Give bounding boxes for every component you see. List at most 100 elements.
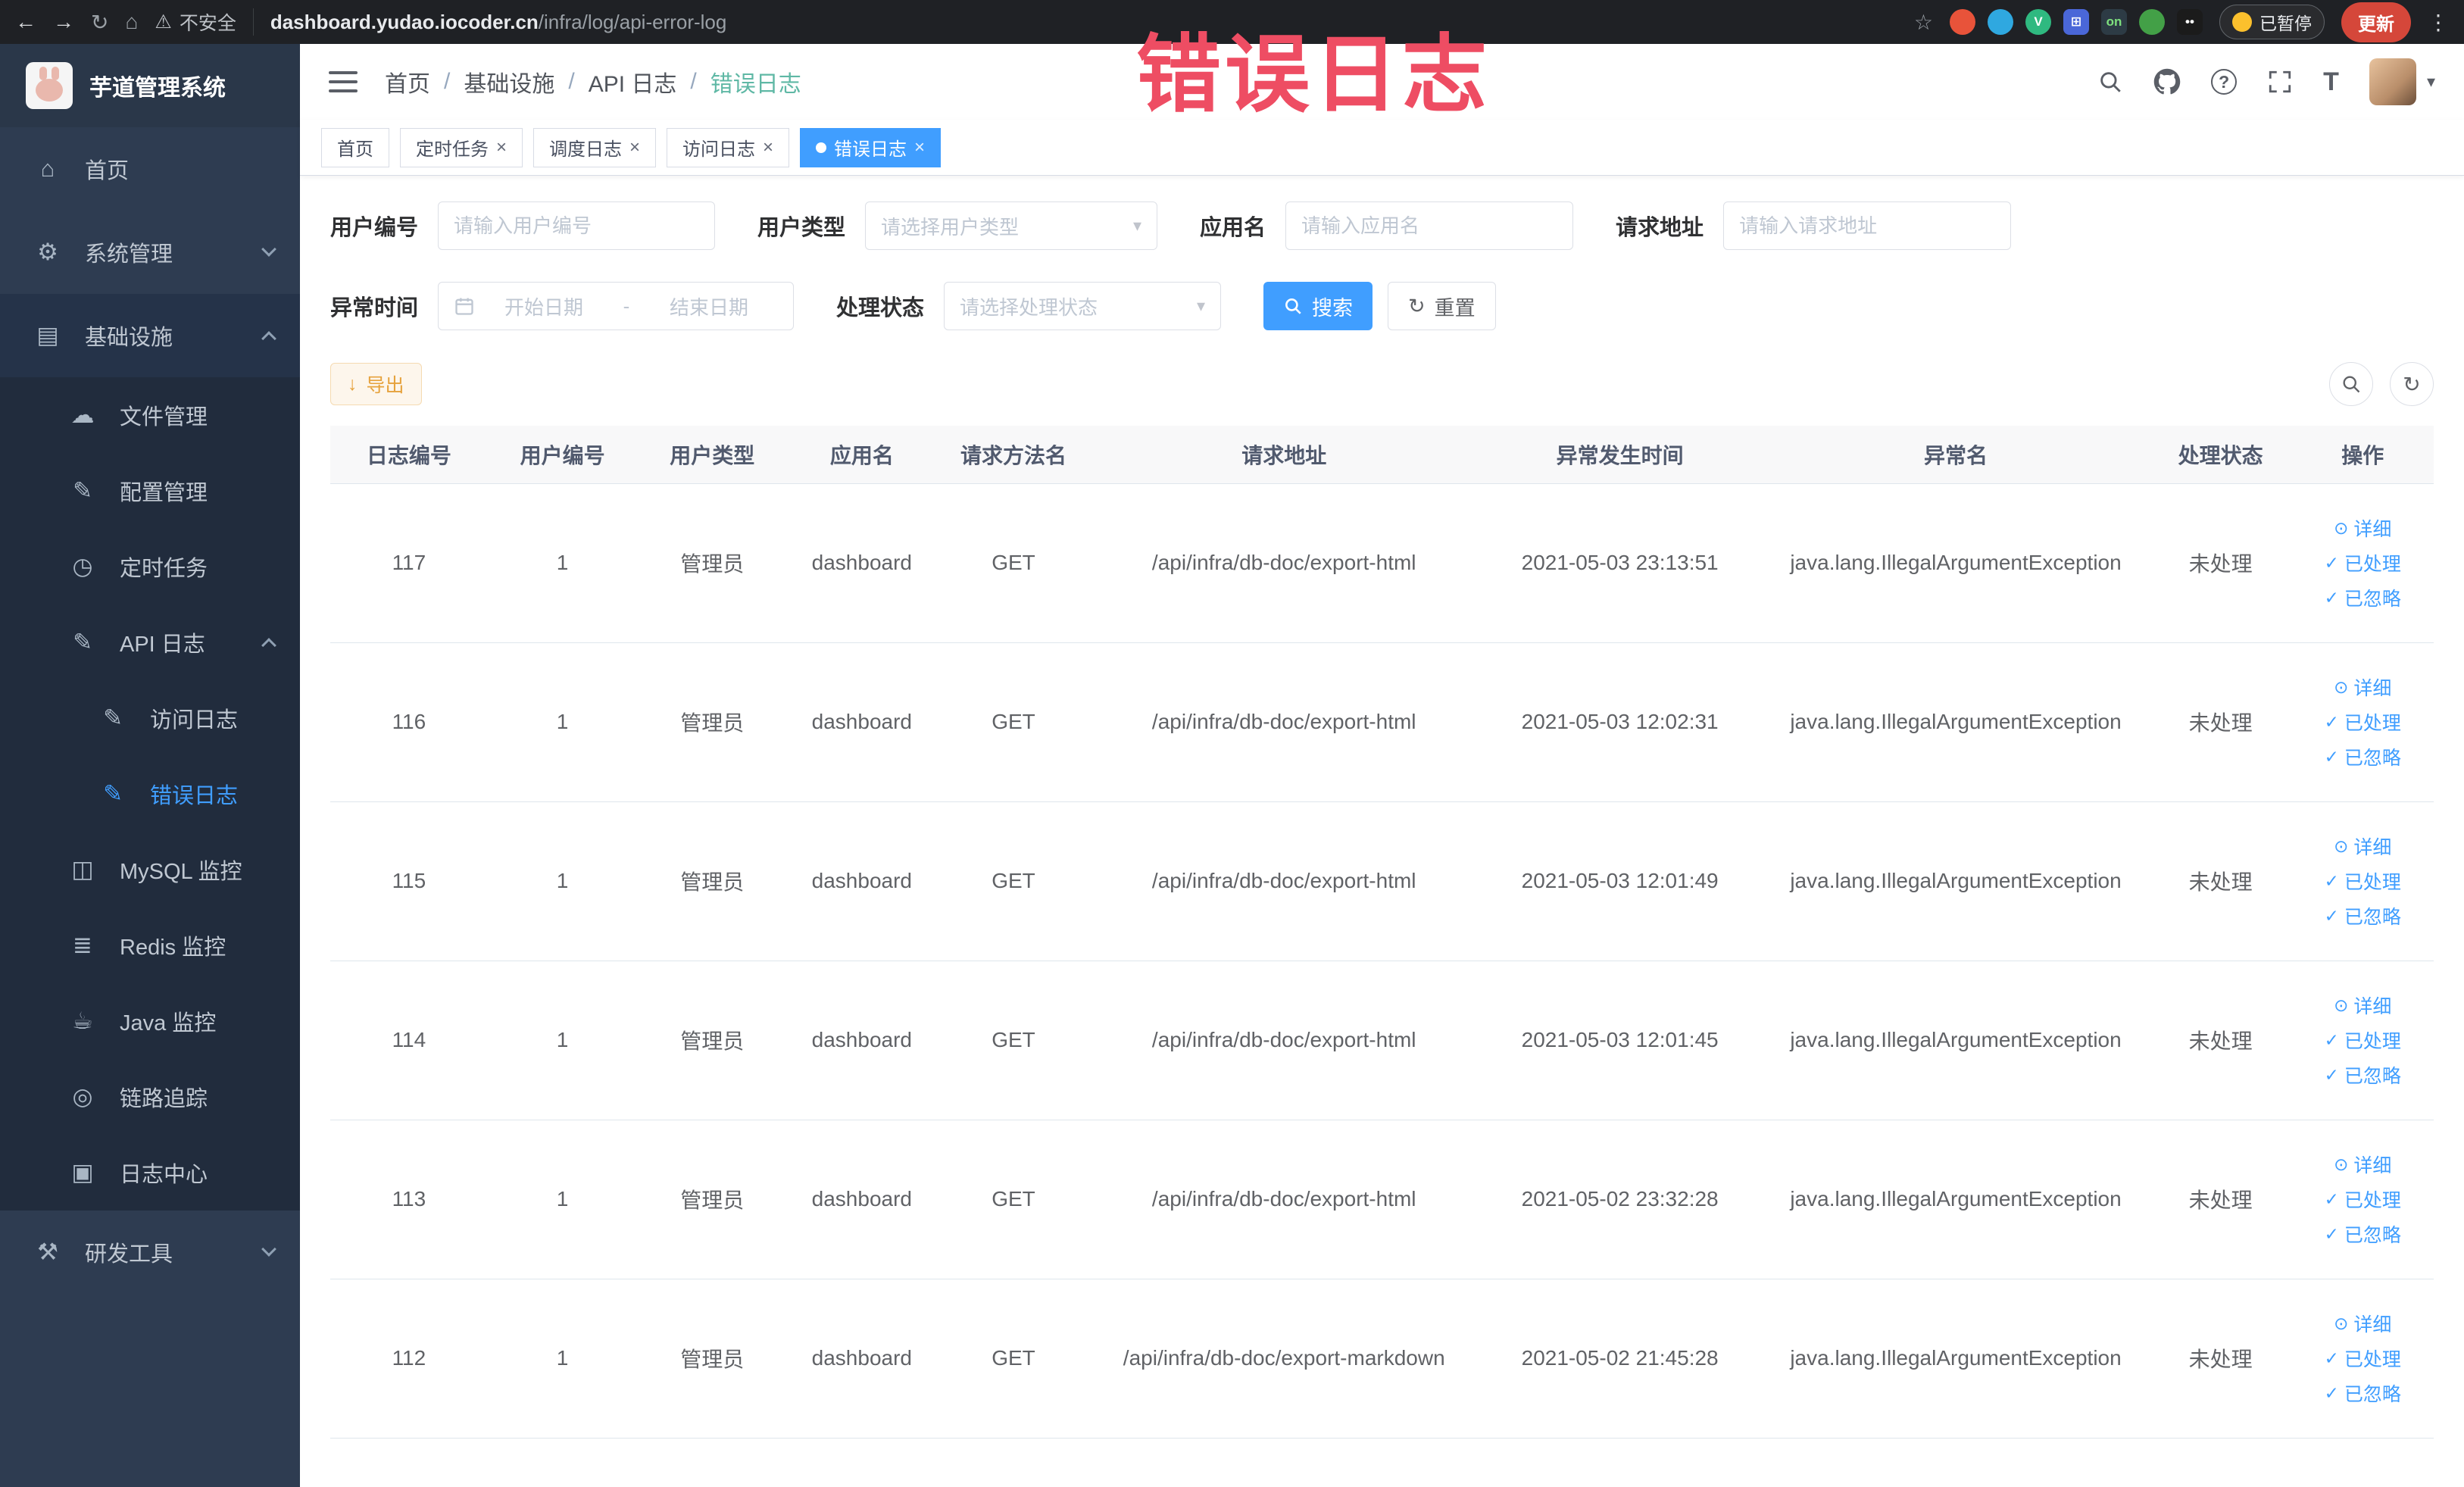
ignored-link[interactable]: ✓ 已忽略 <box>2325 1379 2401 1407</box>
user-type-select[interactable]: 请选择用户类型 ▾ <box>865 201 1158 250</box>
sidebar-item-config[interactable]: ✎ 配置管理 <box>0 453 300 529</box>
close-icon[interactable]: × <box>496 137 507 158</box>
breadcrumb-item[interactable]: 基础设施 <box>464 65 554 98</box>
vue-devtools-extension-icon[interactable]: V <box>2025 9 2051 35</box>
avatar-caret-down-icon[interactable]: ▾ <box>2427 72 2435 92</box>
detail-link[interactable]: ⊙ 详细 <box>2334 1310 2391 1337</box>
sidebar-item-system[interactable]: ⚙ 系统管理 <box>0 211 300 294</box>
grid-extension-icon[interactable]: ⊞ <box>2063 9 2089 35</box>
tab-首页[interactable]: 首页 <box>321 127 389 167</box>
url-bar[interactable]: dashboard.yudao.iocoder.cn/infra/log/api… <box>270 11 1897 34</box>
app-name-input[interactable] <box>1285 201 1574 250</box>
paused-badge[interactable]: 已暂停 <box>2219 5 2325 39</box>
processed-link[interactable]: ✓ 已处理 <box>2325 1026 2401 1054</box>
close-icon[interactable]: × <box>763 137 773 158</box>
browser-home-icon[interactable]: ⌂ <box>125 10 138 34</box>
sidebar-item-label: 配置管理 <box>120 481 208 505</box>
gear-icon: ⚙ <box>37 239 58 265</box>
processed-link[interactable]: ✓ 已处理 <box>2325 549 2401 576</box>
processed-link[interactable]: ✓ 已处理 <box>2325 867 2401 895</box>
processed-link[interactable]: ✓ 已处理 <box>2325 1186 2401 1213</box>
sidebar-item-trace[interactable]: ◎ 链路追踪 <box>0 1059 300 1135</box>
orange-extension-icon[interactable] <box>1950 9 1975 35</box>
sidebar-item-access-log[interactable]: ✎ 访问日志 <box>0 680 300 756</box>
process-status-select[interactable]: 请选择处理状态 ▾ <box>944 282 1222 330</box>
table-cell: 1 <box>487 961 638 1120</box>
ignored-link[interactable]: ✓ 已忽略 <box>2325 584 2401 611</box>
security-indicator[interactable]: ⚠ 不安全 <box>155 8 254 36</box>
sidebar-item-error-log[interactable]: ✎ 错误日志 <box>0 756 300 832</box>
sidebar-item-java[interactable]: ☕ Java 监控 <box>0 983 300 1059</box>
help-icon[interactable]: ? <box>2211 69 2238 95</box>
sidebar-item-job[interactable]: ◷ 定时任务 <box>0 529 300 604</box>
table-cell: java.lang.IllegalArgumentException <box>1762 483 2150 643</box>
leaf-extension-icon[interactable] <box>2139 9 2165 35</box>
sidebar-item-file[interactable]: ☁ 文件管理 <box>0 377 300 453</box>
font-size-icon[interactable]: T <box>2323 67 2339 97</box>
browser-menu-icon[interactable]: ⋮ <box>2428 10 2449 35</box>
back-icon[interactable]: ← <box>15 10 36 34</box>
sidebar-item-api-log[interactable]: ✎ API 日志 <box>0 604 300 680</box>
chevron-down-icon <box>261 242 276 257</box>
ignored-link[interactable]: ✓ 已忽略 <box>2325 743 2401 770</box>
toggle-search-button[interactable] <box>2329 362 2373 406</box>
close-icon[interactable]: × <box>914 137 925 158</box>
tab-访问日志[interactable]: 访问日志 × <box>667 127 790 167</box>
detail-link[interactable]: ⊙ 详细 <box>2334 514 2391 542</box>
close-icon[interactable]: × <box>629 137 640 158</box>
tab-调度日志[interactable]: 调度日志 × <box>533 127 657 167</box>
forward-icon[interactable]: → <box>53 10 74 34</box>
request-url-input[interactable] <box>1723 201 2012 250</box>
table-cell: GET <box>936 1279 1091 1439</box>
column-header: 处理状态 <box>2149 426 2292 484</box>
infra-icon: ▤ <box>36 322 59 348</box>
sidebar-item-infra[interactable]: ▤ 基础设施 <box>0 294 300 377</box>
sidebar-item-mysql[interactable]: ◫ MySQL 监控 <box>0 832 300 908</box>
user-id-input[interactable] <box>438 201 716 250</box>
exception-time-range[interactable]: 开始日期 - 结束日期 <box>438 282 795 330</box>
tab-错误日志[interactable]: 错误日志 × <box>800 127 942 167</box>
sidebar-item-redis[interactable]: ≣ Redis 监控 <box>0 908 300 983</box>
processed-link[interactable]: ✓ 已处理 <box>2325 1345 2401 1372</box>
sidebar-item-home[interactable]: ⌂ 首页 <box>0 127 300 211</box>
table-cell: 管理员 <box>637 483 788 643</box>
detail-link[interactable]: ⊙ 详细 <box>2334 833 2391 860</box>
eye-icon: ◎ <box>72 1083 93 1110</box>
table-cell: GET <box>936 801 1091 961</box>
search-icon[interactable] <box>2097 69 2123 95</box>
ignored-link[interactable]: ✓ 已忽略 <box>2325 902 2401 929</box>
sidebar-item-devtools[interactable]: ⚒ 研发工具 <box>0 1211 300 1294</box>
tab-定时任务[interactable]: 定时任务 × <box>400 127 523 167</box>
ignored-link[interactable]: ✓ 已忽略 <box>2325 1220 2401 1248</box>
db-icon: ≣ <box>73 932 92 958</box>
check-icon: ✓ <box>2324 746 2339 767</box>
switchy-on-extension-icon[interactable]: on <box>2101 9 2127 35</box>
hamburger-icon[interactable] <box>329 71 358 92</box>
sidebar-item-label: MySQL 监控 <box>120 860 242 884</box>
table-cell: 1 <box>487 1120 638 1279</box>
breadcrumb-item[interactable]: API 日志 <box>589 65 677 98</box>
detail-link[interactable]: ⊙ 详细 <box>2334 1151 2391 1178</box>
water-drop-extension-icon[interactable] <box>1988 9 2013 35</box>
breadcrumb-item[interactable]: 首页 <box>385 65 430 98</box>
avatar[interactable] <box>2369 58 2416 105</box>
search-button[interactable]: 搜索 <box>1263 282 1373 330</box>
update-button[interactable]: 更新 <box>2341 2 2411 42</box>
sidebar-item-label: Redis 监控 <box>120 936 226 960</box>
detail-link[interactable]: ⊙ 详细 <box>2334 992 2391 1019</box>
fullscreen-icon[interactable] <box>2267 69 2293 95</box>
reset-button[interactable]: ↻ 重置 <box>1388 282 1496 330</box>
tampermonkey-extension-icon[interactable]: •• <box>2177 9 2203 35</box>
sidebar-item-log-center[interactable]: ▣ 日志中心 <box>0 1135 300 1211</box>
chevron-down-icon: ▾ <box>1196 296 1206 315</box>
processed-link[interactable]: ✓ 已处理 <box>2325 708 2401 736</box>
app-logo[interactable]: 芋道管理系统 <box>0 44 300 127</box>
detail-link[interactable]: ⊙ 详细 <box>2334 673 2391 701</box>
ignored-link[interactable]: ✓ 已忽略 <box>2325 1061 2401 1089</box>
reload-icon[interactable]: ↻ <box>91 10 108 35</box>
refresh-table-button[interactable]: ↻ <box>2390 362 2434 406</box>
export-button[interactable]: ↓ 导出 <box>330 363 422 405</box>
github-icon[interactable] <box>2153 68 2181 95</box>
bookmark-star-icon[interactable]: ☆ <box>1914 10 1933 35</box>
header-actions: ? T ▾ <box>2097 58 2435 105</box>
